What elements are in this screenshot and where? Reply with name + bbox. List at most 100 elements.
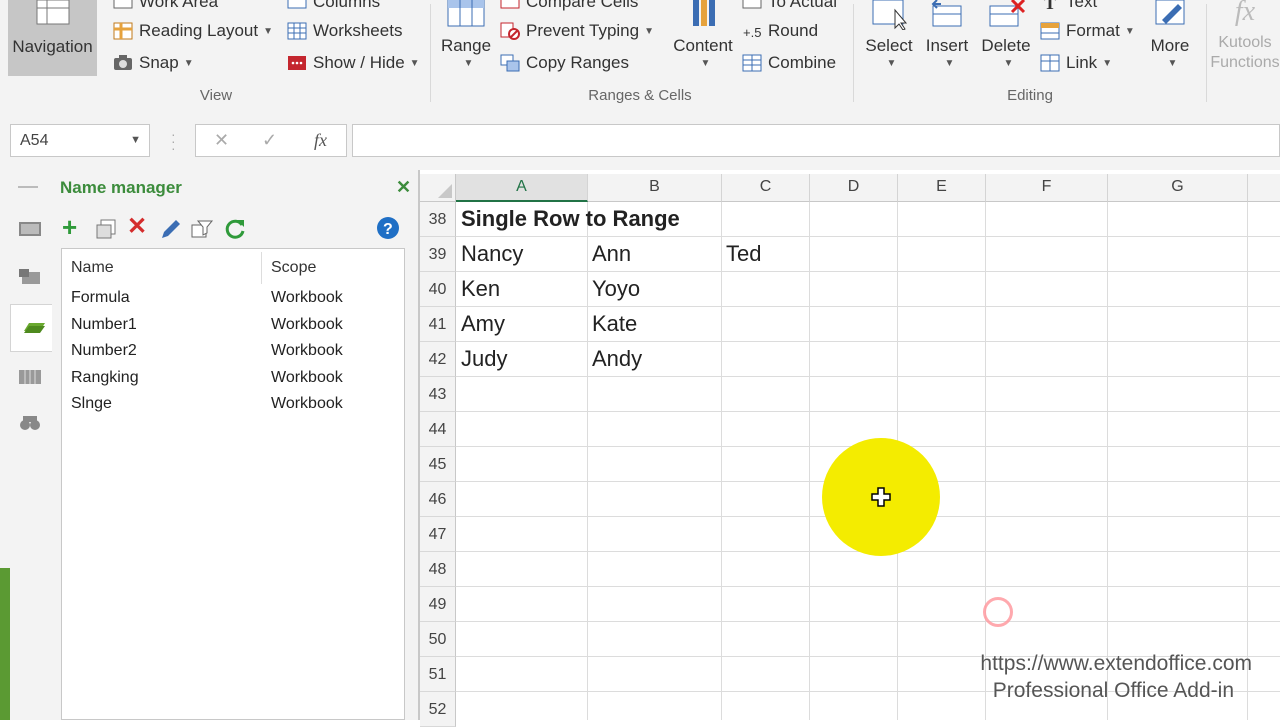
row-header-43[interactable]: 43: [420, 377, 456, 412]
combine-button[interactable]: Combine: [742, 53, 836, 73]
to-actual-icon: [742, 0, 762, 9]
column-header-scope[interactable]: Scope: [271, 259, 316, 277]
row-header-46[interactable]: 46: [420, 482, 456, 517]
cell-c39[interactable]: Ted: [726, 237, 761, 271]
cell-a41[interactable]: Amy: [461, 307, 505, 341]
format-label: Format: [1066, 21, 1120, 40]
chevron-down-icon: ▼: [183, 57, 194, 69]
delete-icon[interactable]: ✕: [127, 215, 147, 239]
column-header-f[interactable]: F: [986, 174, 1108, 202]
row-header-41[interactable]: 41: [420, 307, 456, 342]
name-box[interactable]: A54 ▼: [10, 124, 150, 157]
find-tab-icon[interactable]: [18, 414, 42, 432]
copy-icon[interactable]: [95, 218, 117, 240]
row-header-52[interactable]: 52: [420, 692, 456, 727]
reading-layout-button[interactable]: Reading Layout ▼: [113, 21, 273, 41]
column-header-h[interactable]: [1248, 174, 1280, 202]
name-manager-tab[interactable]: [10, 304, 53, 352]
chevron-down-icon: ▼: [1102, 57, 1113, 69]
refresh-icon[interactable]: [222, 216, 248, 242]
name-cell: Number2: [71, 342, 137, 359]
worksheets-button[interactable]: Worksheets: [287, 21, 402, 41]
work-area-button[interactable]: Work Area: [113, 0, 218, 12]
row-header-45[interactable]: 45: [420, 447, 456, 482]
format-button[interactable]: Format ▼: [1040, 21, 1135, 41]
combine-label: Combine: [768, 53, 837, 72]
insert-button[interactable]: Insert ▼: [921, 0, 973, 69]
more-button[interactable]: More ▼: [1144, 0, 1196, 69]
copy-ranges-button[interactable]: Copy Ranges: [500, 53, 629, 73]
chevron-down-icon[interactable]: ▼: [130, 125, 141, 156]
workbook-tab-icon[interactable]: [18, 220, 42, 238]
cell-a39[interactable]: Nancy: [461, 237, 523, 271]
pane-grip[interactable]: [18, 186, 38, 188]
column-header-d[interactable]: D: [810, 174, 898, 202]
worksheet-grid[interactable]: [420, 170, 1280, 720]
select-button[interactable]: Select ▼: [862, 0, 916, 69]
round-button[interactable]: +.5 Round: [742, 21, 818, 41]
row-header-48[interactable]: 48: [420, 552, 456, 587]
add-icon[interactable]: +: [62, 214, 77, 240]
list-item[interactable]: Number2 Workbook: [71, 342, 401, 368]
select-all-button[interactable]: [420, 174, 456, 202]
to-actual-button[interactable]: To Actual: [742, 0, 837, 12]
cell-b40[interactable]: Yoyo: [592, 272, 640, 306]
name-cell: Number1: [71, 316, 137, 333]
row-header-51[interactable]: 51: [420, 657, 456, 692]
cell-b41[interactable]: Kate: [592, 307, 637, 341]
ranges-group-label: Ranges & Cells: [588, 87, 692, 104]
sheets-tab-icon[interactable]: [18, 268, 42, 286]
delete-button[interactable]: Delete ▼: [979, 0, 1033, 69]
close-icon[interactable]: ✕: [396, 177, 411, 198]
list-item[interactable]: Slnge Workbook: [71, 395, 401, 421]
column-header-a[interactable]: A: [456, 174, 588, 202]
row-header-44[interactable]: 44: [420, 412, 456, 447]
chevron-down-icon: ▼: [944, 58, 955, 69]
show-hide-button[interactable]: Show / Hide ▼: [287, 53, 420, 73]
columns-tab-icon[interactable]: [18, 368, 42, 386]
row-header-47[interactable]: 47: [420, 517, 456, 552]
gridline: [456, 271, 1280, 272]
column-header-g[interactable]: G: [1108, 174, 1248, 202]
text-button[interactable]: T Text: [1040, 0, 1097, 12]
select-label: Select: [865, 36, 913, 55]
cell-a40[interactable]: Ken: [461, 272, 500, 306]
list-item[interactable]: Formula Workbook: [71, 289, 401, 315]
row-header-38[interactable]: 38: [420, 202, 456, 237]
row-header-39[interactable]: 39: [420, 237, 456, 272]
help-icon[interactable]: ?: [376, 216, 400, 240]
columns-button[interactable]: Columns: [287, 0, 380, 12]
range-button[interactable]: Range ▼: [438, 0, 494, 69]
filter-icon[interactable]: [190, 217, 214, 241]
row-header-49[interactable]: 49: [420, 587, 456, 622]
link-button[interactable]: Link ▼: [1040, 53, 1112, 73]
column-divider[interactable]: [261, 252, 262, 284]
list-item[interactable]: Number1 Workbook: [71, 316, 401, 342]
edit-icon[interactable]: [159, 217, 183, 241]
svg-text:+.5: +.5: [743, 25, 761, 40]
column-header-b[interactable]: B: [588, 174, 722, 202]
navigation-button[interactable]: Navigation: [8, 0, 97, 76]
cell-b42[interactable]: Andy: [592, 342, 642, 376]
cancel-icon[interactable]: ✕: [214, 130, 229, 151]
column-header-c[interactable]: C: [722, 174, 810, 202]
enter-icon[interactable]: ✓: [262, 130, 277, 151]
row-header-50[interactable]: 50: [420, 622, 456, 657]
content-button[interactable]: Content ▼: [670, 0, 736, 69]
insert-function-icon[interactable]: fx: [314, 130, 327, 151]
column-header-e[interactable]: E: [898, 174, 986, 202]
kutools-functions-button[interactable]: fx Kutools Functions: [1210, 0, 1280, 72]
cell-a42[interactable]: Judy: [461, 342, 507, 376]
row-header-42[interactable]: 42: [420, 342, 456, 377]
cell-b39[interactable]: Ann: [592, 237, 631, 271]
row-header-40[interactable]: 40: [420, 272, 456, 307]
prevent-typing-button[interactable]: Prevent Typing ▼: [500, 21, 654, 41]
cell-a38[interactable]: Single Row to Range: [461, 202, 680, 236]
column-header-name[interactable]: Name: [71, 259, 114, 277]
list-item[interactable]: Rangking Workbook: [71, 369, 401, 395]
compare-cells-button[interactable]: Compare Cells: [500, 0, 638, 12]
formula-bar-grip[interactable]: · · ·: [171, 127, 176, 155]
gridline: [456, 306, 1280, 307]
snap-button[interactable]: Snap ▼: [113, 53, 194, 73]
formula-input[interactable]: [352, 124, 1280, 157]
